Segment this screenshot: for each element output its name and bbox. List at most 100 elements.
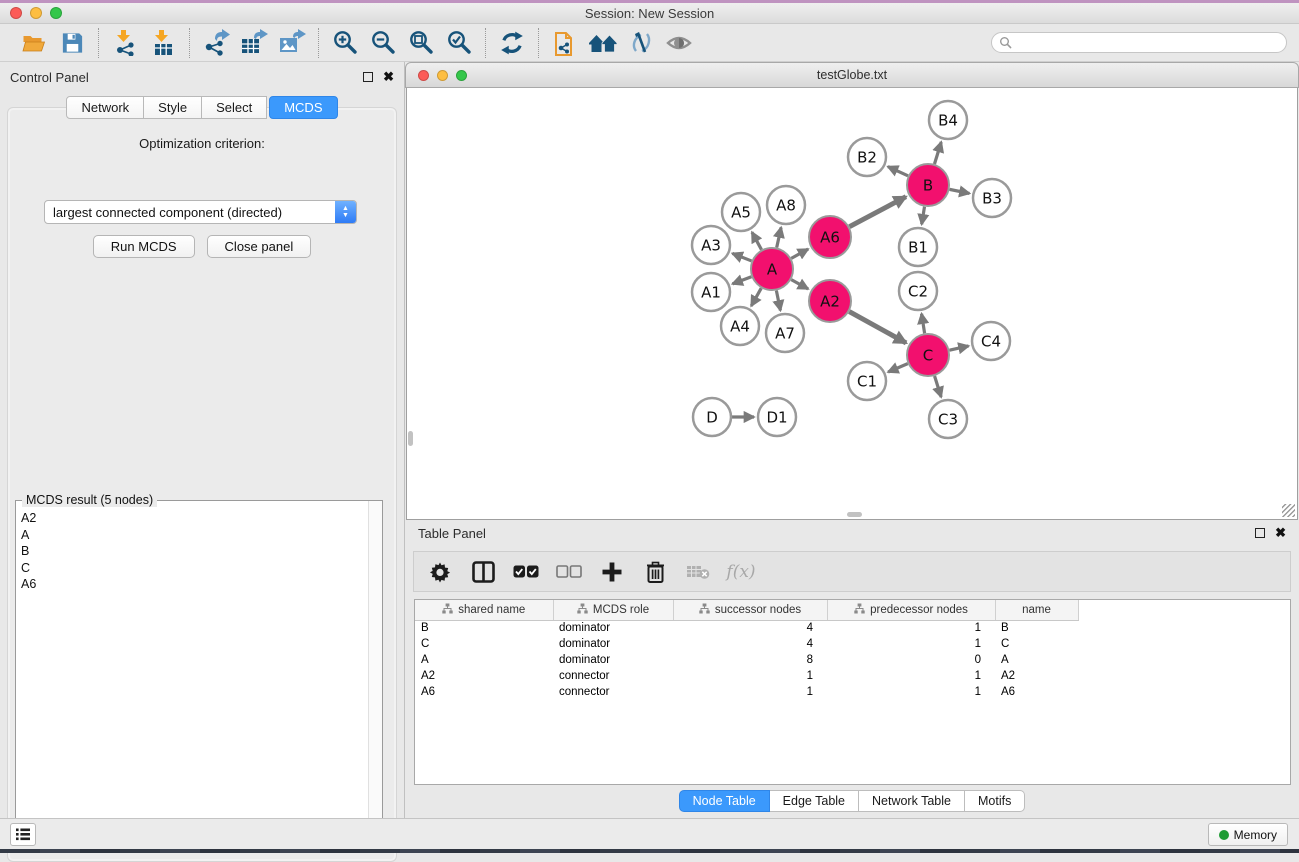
float-panel-icon[interactable] (363, 72, 373, 82)
table-cell[interactable]: C (995, 636, 1078, 652)
table-cell[interactable]: 1 (673, 684, 827, 700)
edge-B-B4[interactable] (934, 142, 941, 164)
refresh-icon[interactable] (497, 28, 527, 58)
node-A6[interactable]: A6 (809, 216, 851, 258)
table-cell[interactable]: 4 (673, 636, 827, 652)
node-table[interactable]: shared nameMCDS rolesuccessor nodesprede… (414, 599, 1291, 785)
node-C1[interactable]: C1 (848, 362, 886, 400)
edge-C-C2[interactable] (922, 314, 925, 334)
node-A5[interactable]: A5 (722, 193, 760, 231)
table-cell[interactable]: 1 (827, 684, 995, 700)
table-cell[interactable]: 1 (673, 668, 827, 684)
table-cell[interactable]: dominator (553, 652, 673, 668)
table-cell[interactable]: C (415, 636, 553, 652)
import-network-icon[interactable] (110, 28, 140, 58)
node-C3[interactable]: C3 (929, 400, 967, 438)
result-list-scrollbar[interactable] (368, 501, 382, 837)
table-cell[interactable]: connector (553, 668, 673, 684)
deselect-all-rows-icon[interactable] (556, 559, 582, 585)
open-file-icon[interactable] (19, 28, 49, 58)
table-cell[interactable]: B (995, 620, 1078, 636)
tab-mcds[interactable]: MCDS (269, 96, 337, 119)
show-columns-icon[interactable] (470, 559, 496, 585)
hide-graphics-details-icon[interactable] (626, 28, 656, 58)
node-A1[interactable]: A1 (692, 273, 730, 311)
edge-A-A7[interactable] (776, 291, 780, 311)
close-panel-icon[interactable]: ✖ (383, 72, 394, 82)
tab-edge-table[interactable]: Edge Table (770, 790, 859, 812)
tab-style[interactable]: Style (144, 96, 202, 119)
table-cell[interactable]: A2 (415, 668, 553, 684)
run-mcds-button[interactable]: Run MCDS (93, 235, 195, 258)
save-session-icon[interactable] (57, 28, 87, 58)
table-cell[interactable]: 0 (827, 652, 995, 668)
zoom-selected-icon[interactable] (444, 28, 474, 58)
node-B3[interactable]: B3 (973, 179, 1011, 217)
result-list-item[interactable]: C (21, 560, 368, 577)
table-cell[interactable]: 1 (827, 636, 995, 652)
result-list-item[interactable]: A2 (21, 510, 368, 527)
zoom-out-icon[interactable] (368, 28, 398, 58)
edge-A6-B[interactable] (849, 197, 905, 227)
edge-A-A5[interactable] (752, 232, 762, 249)
network-canvas[interactable]: AA1A3A5A8A4A7A6A2BB2B4B3B1CC2C4C1C3DD1 (406, 88, 1298, 520)
edge-B-B2[interactable] (888, 167, 908, 176)
column-header-MCDS-role[interactable]: MCDS role (553, 600, 673, 620)
add-column-icon[interactable] (599, 559, 625, 585)
tab-network-table[interactable]: Network Table (859, 790, 965, 812)
node-C[interactable]: C (907, 334, 949, 376)
table-cell[interactable]: A (415, 652, 553, 668)
tab-node-table[interactable]: Node Table (679, 790, 770, 812)
zoom-fit-icon[interactable] (406, 28, 436, 58)
column-header-successor-nodes[interactable]: successor nodes (673, 600, 827, 620)
table-settings-icon[interactable] (427, 559, 453, 585)
memory-button[interactable]: Memory (1208, 823, 1288, 846)
column-header-name[interactable]: name (995, 600, 1078, 620)
export-table-icon[interactable] (239, 28, 269, 58)
select-all-rows-icon[interactable] (513, 559, 539, 585)
clone-network-icon[interactable] (550, 28, 580, 58)
table-row[interactable]: Cdominator41C (415, 636, 1078, 652)
result-list-item[interactable]: B (21, 543, 368, 560)
tab-motifs[interactable]: Motifs (965, 790, 1025, 812)
edge-A-A2[interactable] (791, 280, 808, 289)
table-cell[interactable]: 1 (827, 620, 995, 636)
node-A2[interactable]: A2 (809, 280, 851, 322)
mcds-result-list[interactable]: A2ABCA6 (16, 504, 368, 837)
node-D[interactable]: D (693, 398, 731, 436)
zoom-in-icon[interactable] (330, 28, 360, 58)
table-cell[interactable]: dominator (553, 620, 673, 636)
table-cell[interactable]: connector (553, 684, 673, 700)
edge-A2-C[interactable] (849, 312, 906, 343)
table-cell[interactable]: A6 (415, 684, 553, 700)
edge-B-B1[interactable] (922, 207, 925, 225)
edge-A-A3[interactable] (732, 253, 751, 261)
node-B2[interactable]: B2 (848, 138, 886, 176)
table-row[interactable]: Bdominator41B (415, 620, 1078, 636)
edge-A-A1[interactable] (733, 277, 752, 284)
table-cell[interactable]: 1 (827, 668, 995, 684)
search-box[interactable] (991, 32, 1287, 53)
window-resize-grip[interactable] (1282, 504, 1295, 517)
table-row[interactable]: Adominator80A (415, 652, 1078, 668)
node-B[interactable]: B (907, 164, 949, 206)
node-D1[interactable]: D1 (758, 398, 796, 436)
table-row[interactable]: A2connector11A2 (415, 668, 1078, 684)
table-cell[interactable]: B (415, 620, 553, 636)
edge-B-B3[interactable] (950, 189, 970, 193)
table-cell[interactable]: A (995, 652, 1078, 668)
result-list-item[interactable]: A (21, 527, 368, 544)
column-header-predecessor-nodes[interactable]: predecessor nodes (827, 600, 995, 620)
table-cell[interactable]: dominator (553, 636, 673, 652)
node-B1[interactable]: B1 (899, 228, 937, 266)
optimization-criterion-select[interactable]: largest connected component (directed) ▲… (44, 200, 357, 224)
edge-C-C4[interactable] (949, 346, 968, 350)
close-table-panel-icon[interactable]: ✖ (1275, 528, 1286, 538)
table-cell[interactable]: A2 (995, 668, 1078, 684)
network-window-titlebar[interactable]: testGlobe.txt (405, 62, 1299, 88)
delete-column-icon[interactable] (642, 559, 668, 585)
node-A3[interactable]: A3 (692, 226, 730, 264)
tab-select[interactable]: Select (202, 96, 267, 119)
node-A[interactable]: A (751, 248, 793, 290)
task-history-button[interactable] (10, 823, 36, 846)
